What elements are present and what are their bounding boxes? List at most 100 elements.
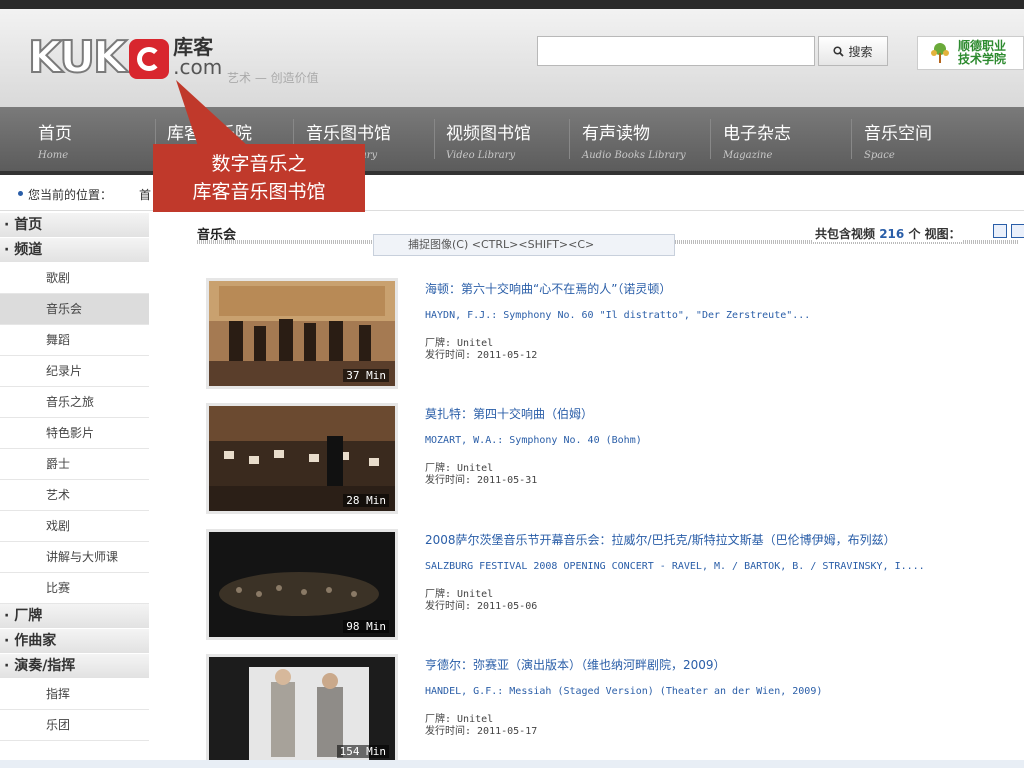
nav-label: 首页 [38,124,72,144]
nav-video-library[interactable]: 视频图书馆 Video Library [446,119,531,161]
nav-audio-books[interactable]: 有声读物 Audio Books Library [582,119,686,161]
video-meta: 厂牌: Unitel 发行时间: 2011-05-31 [425,463,537,487]
sidebar-item-concert[interactable]: 音乐会 [0,294,149,325]
school-name-line2: 技术学院 [958,52,1007,66]
logo-text: 库客 .com [173,37,222,77]
nav-sub: Audio Books Library [582,150,686,161]
video-thumbnail[interactable]: 28 Min [206,403,398,514]
video-title-link[interactable]: 莫扎特：第四十交响曲（伯姆） [425,405,593,422]
nav-sub: Space [864,150,895,161]
video-duration: 154 Min [336,745,389,758]
slogan: 艺术 — 创造价值 [227,71,319,85]
search-input[interactable] [537,36,815,66]
logo-cn: 库客 [173,35,214,59]
video-total: 共包含视频 216 个 视图： [813,225,963,242]
sidebar-heading-performer[interactable]: · 演奏/指挥 [0,654,149,679]
total-suffix: 个 视图： [908,227,961,241]
nav-label: 有声读物 [582,124,650,144]
school-name: 顺德职业 技术学院 [958,40,1006,66]
sidebar-heading-home[interactable]: · 首页 [0,213,149,238]
nav-divider [434,119,435,159]
callout-line1: 数字音乐之 [211,153,307,175]
nav-divider [710,119,711,159]
video-label: 厂牌: Unitel [425,589,494,600]
video-thumbnail[interactable]: 98 Min [206,529,398,640]
video-duration: 37 Min [343,369,389,382]
nav-magazine[interactable]: 电子杂志 Magazine [723,119,791,161]
video-subtitle-link[interactable]: HAYDN, F.J.: Symphony No. 60 "Il distrat… [425,310,810,321]
sidebar-item-masterclass[interactable]: 讲解与大师课 [0,542,149,573]
video-thumbnail[interactable]: 37 Min [206,278,398,389]
video-meta: 厂牌: Unitel 发行时间: 2011-05-17 [425,714,537,738]
sidebar-item-competition[interactable]: 比赛 [0,573,149,604]
nav-sub: Magazine [723,150,773,161]
video-title-link[interactable]: 亨德尔：弥赛亚（演出版本）（维也纳河畔剧院，2009） [425,656,726,673]
sidebar-item-drama[interactable]: 戏剧 [0,511,149,542]
video-subtitle-link[interactable]: MOZART, W.A.: Symphony No. 40 (Bohm) [425,435,642,446]
sidebar-item-opera[interactable]: 歌剧 [0,263,149,294]
video-date: 发行时间: 2011-05-17 [425,726,538,737]
list-view-icon[interactable] [993,224,1007,238]
video-date: 发行时间: 2011-05-06 [425,601,538,612]
search-button-label: 搜索 [848,44,873,59]
sidebar: · 首页 · 频道 歌剧 音乐会 舞蹈 纪录片 音乐之旅 特色影片 爵士 艺术 … [0,213,149,768]
sidebar-item-conductor[interactable]: 指挥 [0,679,149,710]
status-strip [0,760,1024,768]
nav-sub: Home [38,150,69,161]
video-meta: 厂牌: Unitel 发行时间: 2011-05-06 [425,589,537,613]
nav-divider [851,119,852,159]
video-date: 发行时间: 2011-05-31 [425,475,538,486]
nav-label: 音乐图书馆 [306,124,391,144]
video-subtitle-link[interactable]: SALZBURG FESTIVAL 2008 OPENING CONCERT -… [425,561,925,572]
nav-label: 音乐空间 [864,124,932,144]
breadcrumb-home-link[interactable]: 首 [139,186,151,203]
video-title-link[interactable]: 2008萨尔茨堡音乐节开幕音乐会：拉威尔/巴托克/斯特拉文斯基（巴伦博伊姆，布列… [425,531,896,548]
video-item: 37 Min 海顿：第六十交响曲“心不在焉的人”（诺灵顿） HAYDN, F.J… [206,278,1006,389]
callout-line2: 库客音乐图书馆 [192,181,326,203]
total-prefix: 共包含视频 [815,227,876,241]
video-label: 厂牌: Unitel [425,463,494,474]
nav-label: 视频图书馆 [446,124,531,144]
nav-space[interactable]: 音乐空间 Space [864,119,932,161]
total-count: 216 [879,227,905,241]
nav-home[interactable]: 首页 Home [38,119,72,161]
video-label: 厂牌: Unitel [425,338,494,349]
grid-view-icon[interactable] [1011,224,1024,238]
sidebar-item-music-journey[interactable]: 音乐之旅 [0,387,149,418]
sidebar-item-art[interactable]: 艺术 [0,480,149,511]
sidebar-item-jazz[interactable]: 爵士 [0,449,149,480]
sidebar-item-feature-film[interactable]: 特色影片 [0,418,149,449]
sidebar-item-dance[interactable]: 舞蹈 [0,325,149,356]
logo-c-icon [129,39,170,79]
nav-divider [569,119,570,159]
video-title-link[interactable]: 海顿：第六十交响曲“心不在焉的人”（诺灵顿） [425,280,671,297]
nav-sub: Video Library [446,150,516,161]
sidebar-heading-label[interactable]: · 厂牌 [0,604,149,629]
search-icon [833,45,845,57]
logo-kuk-text: KUK [27,32,128,83]
video-date: 发行时间: 2011-05-12 [425,350,538,361]
top-bar [0,0,1024,9]
video-label: 厂牌: Unitel [425,714,494,725]
video-meta: 厂牌: Unitel 发行时间: 2011-05-12 [425,338,537,362]
video-duration: 28 Min [343,494,389,507]
capture-tooltip: 捕捉图像(C) <CTRL><SHIFT><C> [373,234,675,256]
video-item: 154 Min 亨德尔：弥赛亚（演出版本）（维也纳河畔剧院，2009） HAND… [206,654,1006,765]
sidebar-item-documentary[interactable]: 纪录片 [0,356,149,387]
site-logo[interactable]: KUK 库客 .com [27,32,222,87]
annotation-callout: 数字音乐之 库客音乐图书馆 [153,144,365,212]
school-badge[interactable]: 顺德职业 技术学院 [917,36,1024,70]
sidebar-heading-channel[interactable]: · 频道 [0,238,149,263]
video-duration: 98 Min [343,620,389,633]
bullet-icon [18,191,23,196]
video-subtitle-link[interactable]: HANDEL, G.F.: Messiah (Staged Version) (… [425,686,822,697]
breadcrumb-label: 您当前的位置： [28,188,113,202]
sidebar-item-orchestra[interactable]: 乐团 [0,710,149,741]
nav-label: 电子杂志 [723,124,791,144]
video-item: 28 Min 莫扎特：第四十交响曲（伯姆） MOZART, W.A.: Symp… [206,403,1006,514]
nav-label: 库客音乐院 [167,124,252,144]
search-button[interactable]: 搜索 [818,36,888,66]
tree-icon [931,43,949,63]
sidebar-heading-composer[interactable]: · 作曲家 [0,629,149,654]
video-thumbnail[interactable]: 154 Min [206,654,398,765]
